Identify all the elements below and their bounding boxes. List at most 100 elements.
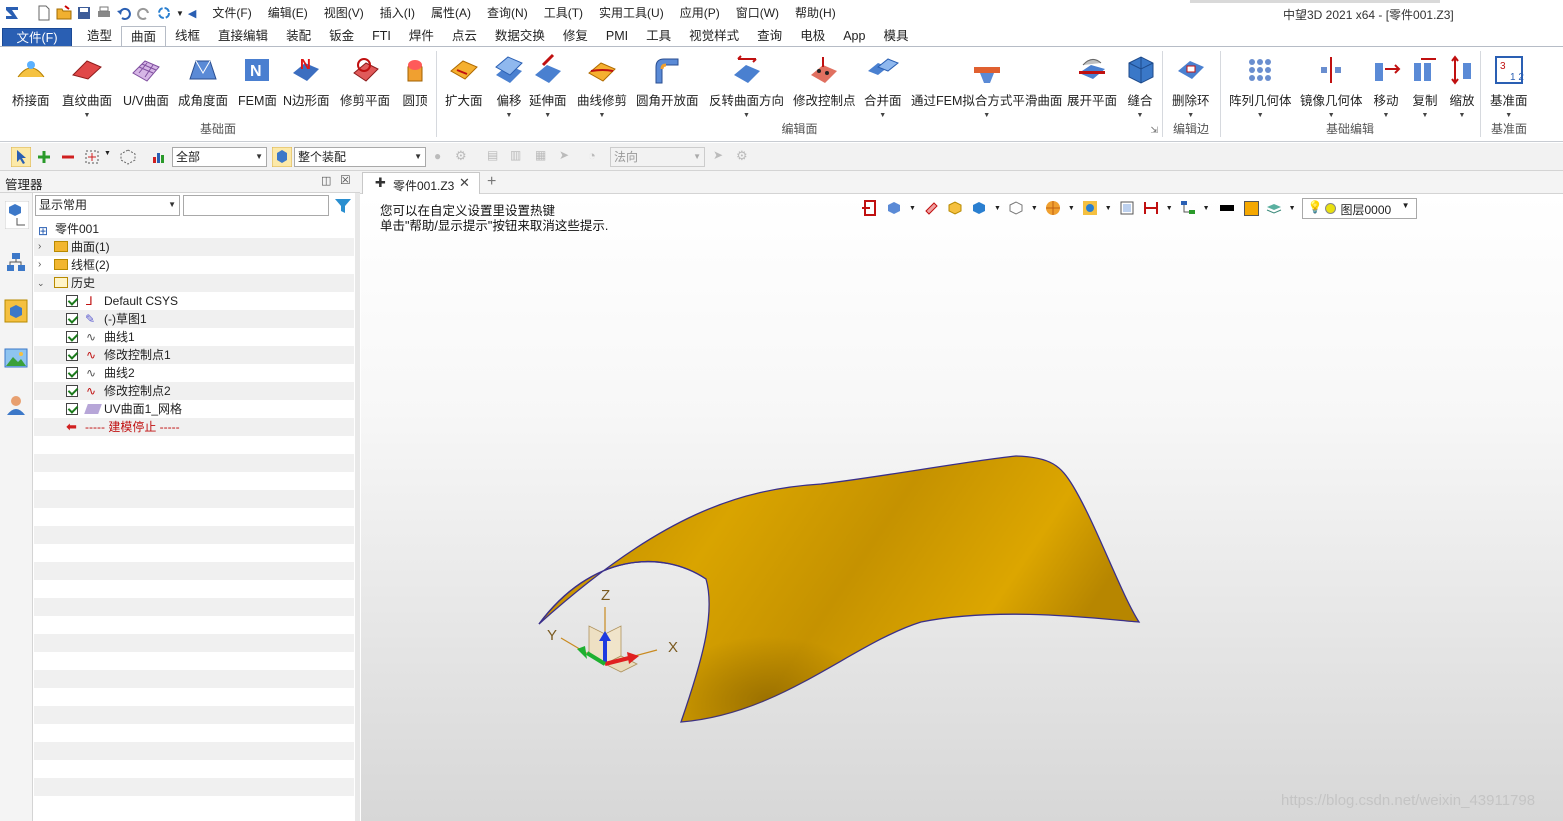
add-icon[interactable]: [36, 149, 52, 165]
image-library-icon[interactable]: [4, 346, 28, 370]
select-pointer-icon[interactable]: [11, 147, 31, 167]
sew-button[interactable]: 缝合 ▼: [1123, 53, 1157, 120]
visibility-checkbox[interactable]: [66, 385, 78, 397]
fillet-open-button[interactable]: 圆角开放面: [636, 53, 699, 109]
filter-select[interactable]: 全部 ▼: [172, 147, 267, 167]
uv-surface-button[interactable]: U/V曲面: [123, 53, 169, 109]
close-tab-icon[interactable]: ✕: [459, 175, 470, 191]
tree-row-uv-surface[interactable]: UV曲面1_网格: [34, 400, 354, 418]
lasso-select-icon[interactable]: [120, 149, 136, 165]
tab-electrode[interactable]: 电极: [791, 26, 834, 47]
copy-button[interactable]: 复制 ▼: [1408, 53, 1442, 120]
tab-modeling[interactable]: 造型: [78, 26, 121, 47]
reverse-direction-button[interactable]: 反转曲面方向 ▼: [709, 53, 784, 120]
fem-fit-smooth-button[interactable]: 通过FEM拟合方式平滑曲面 ▼: [911, 53, 1062, 120]
app-logo-icon[interactable]: [4, 5, 20, 21]
pattern-dropdown-icon[interactable]: ▼: [1257, 112, 1264, 120]
tab-pmi[interactable]: PMI: [597, 26, 637, 47]
delete-loop-button[interactable]: 删除环 ▼: [1172, 53, 1210, 120]
filter-chart-icon[interactable]: [151, 149, 167, 165]
curve-trim-button[interactable]: 曲线修剪 ▼: [577, 53, 627, 120]
sew-dropdown-icon[interactable]: ▼: [1137, 112, 1144, 120]
tab-mold[interactable]: 模具: [874, 26, 917, 47]
tree-scrollbar[interactable]: [355, 193, 360, 821]
dome-button[interactable]: 圆顶: [398, 53, 432, 109]
collapse-chevron-icon[interactable]: ⌄: [37, 274, 45, 292]
curve-trim-dropdown-icon[interactable]: ▼: [599, 112, 606, 120]
visibility-checkbox[interactable]: [66, 367, 78, 379]
tree-row-wireframe[interactable]: › 线框(2): [34, 256, 354, 274]
menu-insert[interactable]: 插入(I): [372, 0, 423, 26]
tab-point-cloud[interactable]: 点云: [443, 26, 486, 47]
menu-file[interactable]: 文件(F): [204, 0, 259, 26]
bridge-surface-button[interactable]: 桥接面: [12, 53, 50, 109]
tab-data-exchange[interactable]: 数据交换: [486, 26, 554, 47]
menu-apps[interactable]: 应用(P): [672, 0, 728, 26]
document-tab[interactable]: ✚ 零件001.Z3 ✕: [362, 172, 480, 194]
offset-dropdown-icon[interactable]: ▼: [506, 112, 513, 120]
expand-chevron-icon[interactable]: ›: [38, 256, 41, 274]
redo-icon[interactable]: [136, 5, 152, 21]
assembly-icon[interactable]: [272, 147, 292, 167]
refresh-icon[interactable]: [156, 5, 172, 21]
merge-surface-button[interactable]: 合并面 ▼: [864, 53, 902, 120]
panel-close-icon[interactable]: ☒: [340, 173, 351, 187]
new-tab-icon[interactable]: +: [487, 173, 496, 191]
tab-app[interactable]: App: [834, 26, 874, 47]
yellow-surface[interactable]: [538, 455, 1141, 723]
visibility-checkbox[interactable]: [66, 313, 78, 325]
tree-row-surfaces[interactable]: › 曲面(1): [34, 238, 354, 256]
surface-model[interactable]: Z X Y: [361, 194, 1563, 821]
tree-row-history[interactable]: ⌄ 历史: [34, 274, 354, 292]
file-tab[interactable]: 文件(F): [2, 28, 72, 47]
tab-repair[interactable]: 修复: [554, 26, 597, 47]
tab-surface[interactable]: 曲面: [121, 26, 167, 47]
datum-plane-dropdown-icon[interactable]: ▼: [1505, 112, 1512, 120]
save-icon[interactable]: [76, 5, 92, 21]
fem-surface-button[interactable]: N FEM面: [238, 53, 277, 109]
box-select-icon[interactable]: [84, 149, 100, 165]
tree-search-input[interactable]: [183, 195, 329, 216]
pattern-geometry-button[interactable]: 阵列几何体 ▼: [1229, 53, 1292, 120]
panel-float-icon[interactable]: ◫: [321, 174, 331, 187]
scale-dropdown-icon[interactable]: ▼: [1459, 112, 1466, 120]
menu-attribute[interactable]: 属性(A): [423, 0, 479, 26]
open-file-icon[interactable]: [56, 5, 72, 21]
unfold-plane-button[interactable]: 展开平面: [1067, 53, 1117, 109]
menu-view[interactable]: 视图(V): [316, 0, 372, 26]
visibility-checkbox[interactable]: [66, 403, 78, 415]
tab-assembly[interactable]: 装配: [277, 26, 320, 47]
tree-row-curve2[interactable]: ∿ 曲线2: [34, 364, 354, 382]
box-select-dropdown-icon[interactable]: ▼: [104, 150, 111, 157]
tree-row-root[interactable]: ⊞ 零件001: [34, 220, 354, 238]
tab-direct-edit[interactable]: 直接编辑: [209, 26, 277, 47]
merge-dropdown-icon[interactable]: ▼: [879, 112, 886, 120]
part-view-icon[interactable]: [4, 299, 28, 323]
ruled-surface-dropdown-icon[interactable]: ▼: [84, 112, 91, 120]
menu-utilities[interactable]: 实用工具(U): [591, 0, 672, 26]
datum-plane-button[interactable]: 31 2 基准面 ▼: [1490, 53, 1528, 120]
menu-query[interactable]: 查询(N): [479, 0, 536, 26]
tab-fti[interactable]: FTI: [363, 26, 400, 47]
stretch-surface-button[interactable]: 延伸面 ▼: [529, 53, 567, 120]
menu-edit[interactable]: 编辑(E): [260, 0, 316, 26]
visibility-checkbox[interactable]: [66, 295, 78, 307]
tree-row-sketch[interactable]: ✎ (-)草图1: [34, 310, 354, 328]
trim-plane-button[interactable]: 修剪平面: [340, 53, 390, 109]
expand-chevron-icon[interactable]: ›: [38, 238, 41, 256]
move-button[interactable]: 移动 ▼: [1369, 53, 1403, 120]
visibility-checkbox[interactable]: [66, 331, 78, 343]
pin-icon[interactable]: ✚: [375, 175, 386, 191]
offset-button[interactable]: 偏移 ▼: [492, 53, 526, 120]
tree-row-csys[interactable]: ⅃ Default CSYS: [34, 292, 354, 310]
new-file-icon[interactable]: [36, 5, 52, 21]
tab-sheet-metal[interactable]: 钣金: [320, 26, 363, 47]
modify-control-points-button[interactable]: 修改控制点: [793, 53, 856, 109]
draft-surface-button[interactable]: 成角度面: [178, 53, 228, 109]
menu-window[interactable]: 窗口(W): [728, 0, 787, 26]
direction-select[interactable]: 法向 ▼: [610, 147, 705, 167]
tree-row-stop-marker[interactable]: ⬅ ----- 建模停止 -----: [34, 418, 354, 436]
extend-surface-button[interactable]: 扩大面: [445, 53, 483, 109]
menu-tools[interactable]: 工具(T): [536, 0, 591, 26]
scale-button[interactable]: 缩放 ▼: [1445, 53, 1479, 120]
